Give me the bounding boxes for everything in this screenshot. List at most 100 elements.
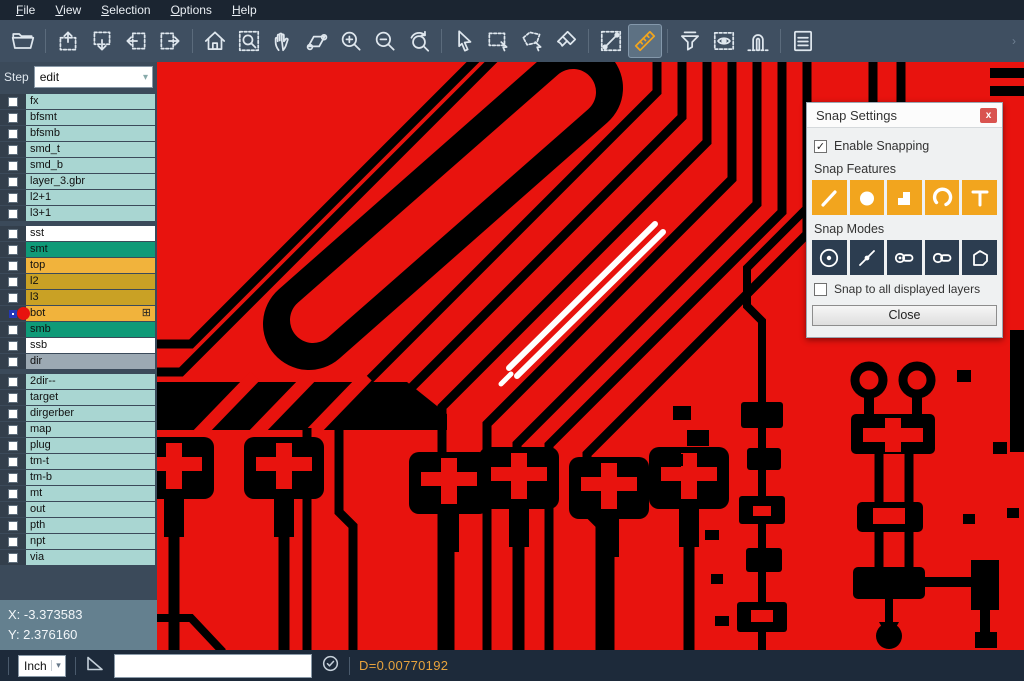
layer-name[interactable]: bfsmt [26, 110, 155, 125]
menu-item-help[interactable]: Help [222, 0, 267, 20]
snap-all-layers-row[interactable]: Snap to all displayed layers [814, 282, 995, 296]
snap-mode-center-button[interactable] [812, 240, 847, 275]
layer-visibility-checkbox[interactable] [0, 406, 26, 421]
step-select[interactable]: edit ▾ [34, 66, 153, 88]
layer-visibility-checkbox[interactable] [0, 454, 26, 469]
apply-measure-button[interactable] [321, 654, 340, 678]
shift-down-button[interactable] [85, 24, 119, 58]
layer-row[interactable]: fx [0, 94, 157, 109]
snap-feature-line-button[interactable] [812, 180, 847, 215]
layer-name[interactable]: bot⊞ [26, 306, 155, 321]
dialog-close-button[interactable]: Close [812, 305, 997, 326]
layer-visibility-checkbox[interactable] [0, 190, 26, 205]
layer-visibility-checkbox[interactable] [0, 158, 26, 173]
zoom-polygon-button[interactable] [300, 24, 334, 58]
layer-visibility-checkbox[interactable] [0, 550, 26, 565]
layer-row[interactable]: l2 [0, 274, 157, 289]
layer-row[interactable]: mt [0, 486, 157, 501]
filter-button[interactable] [673, 24, 707, 58]
layer-name[interactable]: fx [26, 94, 155, 109]
layer-visibility-checkbox[interactable] [0, 518, 26, 533]
layer-name[interactable]: l3+1 [26, 206, 155, 221]
layer-name[interactable]: 2dir-- [26, 374, 155, 389]
layer-name[interactable]: smd_t [26, 142, 155, 157]
layer-visibility-checkbox[interactable] [0, 142, 26, 157]
layer-visibility-checkbox[interactable] [0, 174, 26, 189]
layer-row[interactable]: smt [0, 242, 157, 257]
layer-name[interactable]: plug [26, 438, 155, 453]
measure-input[interactable] [114, 654, 312, 678]
menu-item-view[interactable]: View [45, 0, 91, 20]
layer-name[interactable]: bfsmb [26, 126, 155, 141]
dialog-titlebar[interactable]: Snap Settings x [807, 103, 1002, 128]
layer-row[interactable]: tm-b [0, 470, 157, 485]
select-pointer-button[interactable] [447, 24, 481, 58]
layer-visibility-checkbox[interactable] [0, 242, 26, 257]
home-view-button[interactable] [198, 24, 232, 58]
menu-item-options[interactable]: Options [161, 0, 222, 20]
enable-snapping-row[interactable]: ✓ Enable Snapping [814, 139, 995, 153]
layer-row[interactable]: bfsmb [0, 126, 157, 141]
layer-name[interactable]: l2 [26, 274, 155, 289]
layer-name[interactable]: smt [26, 242, 155, 257]
layer-name[interactable]: map [26, 422, 155, 437]
layer-name[interactable]: dir [26, 354, 155, 369]
snap-mode-slot-center-button[interactable] [887, 240, 922, 275]
layer-name[interactable]: ssb [26, 338, 155, 353]
shift-right-button[interactable] [153, 24, 187, 58]
layer-name[interactable]: pth [26, 518, 155, 533]
zoom-previous-button[interactable] [402, 24, 436, 58]
layer-visibility-checkbox[interactable] [0, 486, 26, 501]
layer-visibility-checkbox[interactable] [0, 354, 26, 369]
layer-name[interactable]: tm-t [26, 454, 155, 469]
layer-name[interactable]: top [26, 258, 155, 273]
layer-visibility-checkbox[interactable] [0, 258, 26, 273]
snap-feature-text-button[interactable] [962, 180, 997, 215]
layer-row[interactable]: sst [0, 226, 157, 241]
layer-visibility-checkbox[interactable] [0, 94, 26, 109]
layer-row[interactable]: 2dir-- [0, 374, 157, 389]
zoom-window-button[interactable] [232, 24, 266, 58]
pan-button[interactable] [266, 24, 300, 58]
layer-visibility-checkbox[interactable] [0, 338, 26, 353]
layer-row[interactable]: ssb [0, 338, 157, 353]
snap-all-layers-checkbox[interactable] [814, 283, 827, 296]
layer-row[interactable]: map [0, 422, 157, 437]
layer-manager-button[interactable] [786, 24, 820, 58]
dialog-close-icon[interactable]: x [980, 108, 997, 123]
layer-name[interactable]: smb [26, 322, 155, 337]
layer-row[interactable]: via [0, 550, 157, 565]
layer-row[interactable]: bfsmt [0, 110, 157, 125]
layer-name[interactable]: smd_b [26, 158, 155, 173]
snap-feature-surface-button[interactable] [887, 180, 922, 215]
layer-row[interactable]: plug [0, 438, 157, 453]
layer-name[interactable]: dirgerber [26, 406, 155, 421]
unit-select[interactable]: Inch ▾ [18, 655, 66, 677]
snap-button[interactable] [741, 24, 775, 58]
layer-visibility-checkbox[interactable] [0, 374, 26, 389]
layer-visibility-checkbox[interactable] [0, 110, 26, 125]
layer-visibility-checkbox[interactable] [0, 290, 26, 305]
layer-row[interactable]: l3 [0, 290, 157, 305]
layer-visibility-checkbox[interactable] [0, 322, 26, 337]
toolbar-overflow-chevron[interactable]: › [1012, 34, 1016, 48]
layer-visibility-checkbox[interactable] [0, 274, 26, 289]
layer-row[interactable]: npt [0, 534, 157, 549]
layer-row[interactable]: dir [0, 354, 157, 369]
angle-mode-button[interactable] [85, 653, 105, 678]
layer-name[interactable]: l3 [26, 290, 155, 305]
layer-row[interactable]: l2+1 [0, 190, 157, 205]
measure-distance-button[interactable] [594, 24, 628, 58]
select-rectangle-button[interactable] [481, 24, 515, 58]
layer-row[interactable]: target [0, 390, 157, 405]
snap-feature-pad-button[interactable] [850, 180, 885, 215]
layer-row[interactable]: smd_b [0, 158, 157, 173]
open-file-button[interactable] [6, 24, 40, 58]
layer-visibility-checkbox[interactable] [0, 470, 26, 485]
layer-visibility-checkbox[interactable] [0, 438, 26, 453]
select-polygon-button[interactable] [515, 24, 549, 58]
layer-name[interactable]: npt [26, 534, 155, 549]
layer-row[interactable]: pth [0, 518, 157, 533]
layer-name[interactable]: tm-b [26, 470, 155, 485]
shift-left-button[interactable] [119, 24, 153, 58]
